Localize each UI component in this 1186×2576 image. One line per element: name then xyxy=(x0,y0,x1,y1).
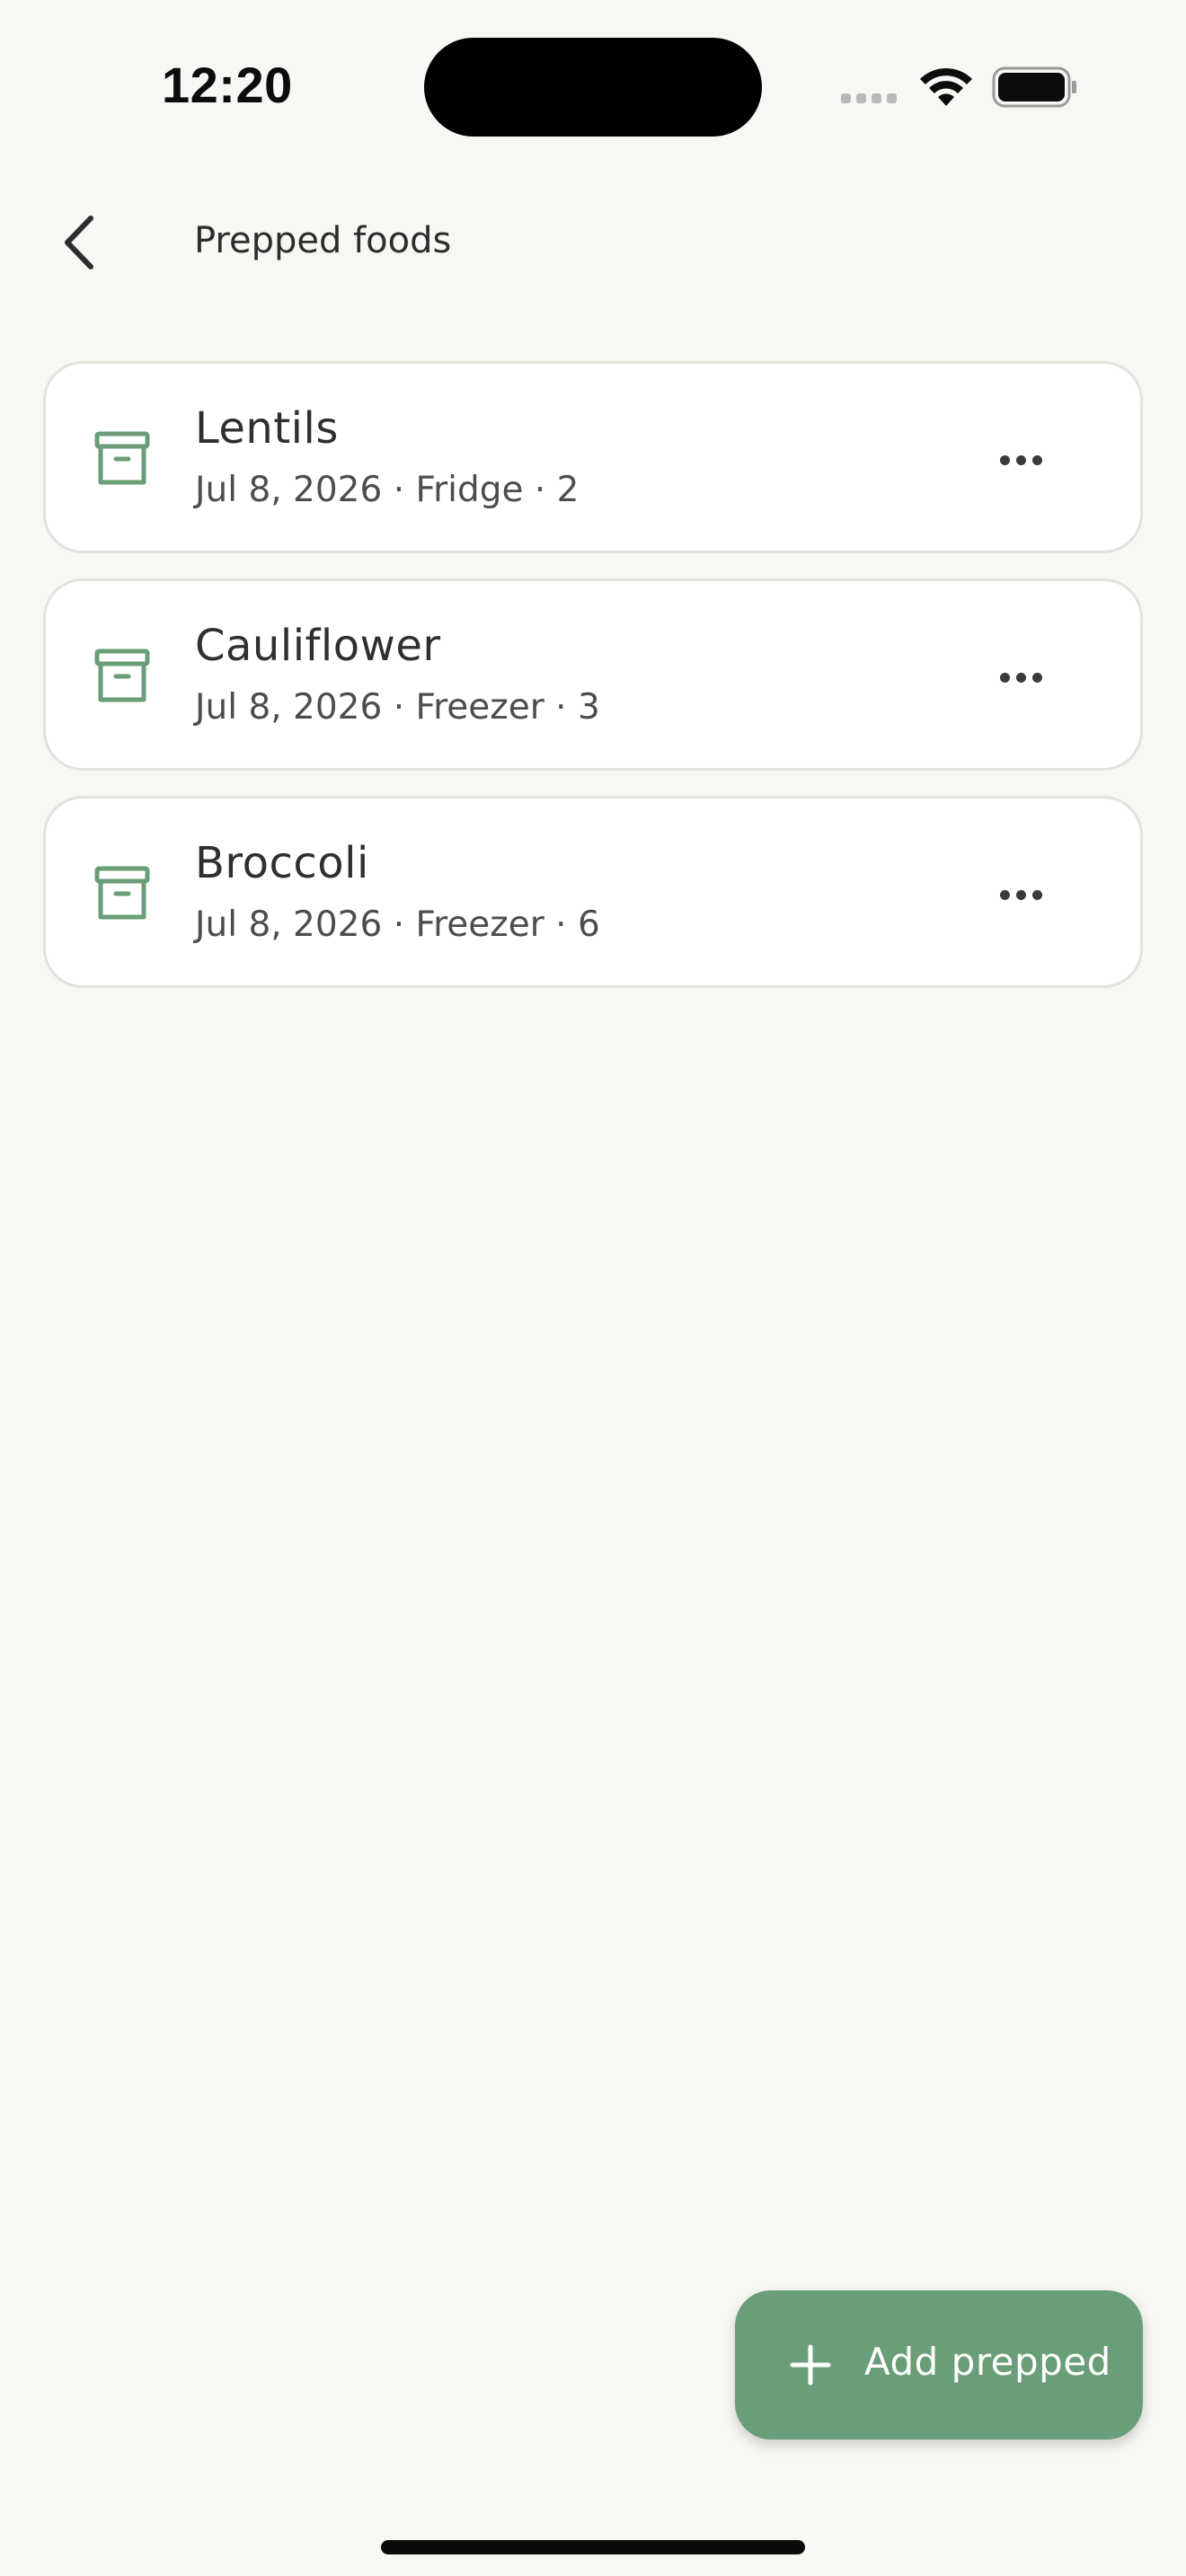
dynamic-island xyxy=(424,38,762,137)
more-horizontal-icon xyxy=(999,672,1042,683)
page-title: Prepped foods xyxy=(194,220,452,261)
list-item[interactable]: Lentils Jul 8, 2026 · Fridge · 2 xyxy=(43,361,1143,553)
item-name: Cauliflower xyxy=(195,621,441,671)
wifi-icon xyxy=(920,67,972,106)
battery-icon xyxy=(992,66,1076,108)
back-button[interactable] xyxy=(47,208,110,277)
list-item[interactable]: Broccoli Jul 8, 2026 · Freezer · 6 xyxy=(43,796,1143,988)
plus-icon xyxy=(790,2344,831,2386)
item-details: Jul 8, 2026 · Freezer · 3 xyxy=(195,687,600,728)
item-details: Jul 8, 2026 · Freezer · 6 xyxy=(195,904,600,945)
more-options-button[interactable] xyxy=(980,854,1061,935)
prepped-foods-list: Lentils Jul 8, 2026 · Fridge · 2 Caulifl… xyxy=(43,361,1143,988)
more-options-button[interactable] xyxy=(980,419,1061,500)
more-horizontal-icon xyxy=(999,889,1042,900)
add-prepped-button[interactable]: Add prepped xyxy=(735,2290,1143,2439)
archive-box-icon xyxy=(94,866,150,920)
home-indicator[interactable] xyxy=(381,2540,805,2554)
archive-box-icon xyxy=(94,431,150,485)
status-time: 12:20 xyxy=(162,57,293,113)
list-item[interactable]: Cauliflower Jul 8, 2026 · Freezer · 3 xyxy=(43,578,1143,771)
item-name: Lentils xyxy=(195,403,339,454)
item-name: Broccoli xyxy=(195,838,369,888)
more-horizontal-icon xyxy=(999,454,1042,465)
archive-box-icon xyxy=(94,648,150,702)
cellular-signal-icon xyxy=(841,93,897,103)
item-details: Jul 8, 2026 · Fridge · 2 xyxy=(195,470,580,510)
more-options-button[interactable] xyxy=(980,637,1061,718)
chevron-left-icon xyxy=(65,216,93,269)
add-prepped-label: Add prepped xyxy=(864,2340,1111,2384)
